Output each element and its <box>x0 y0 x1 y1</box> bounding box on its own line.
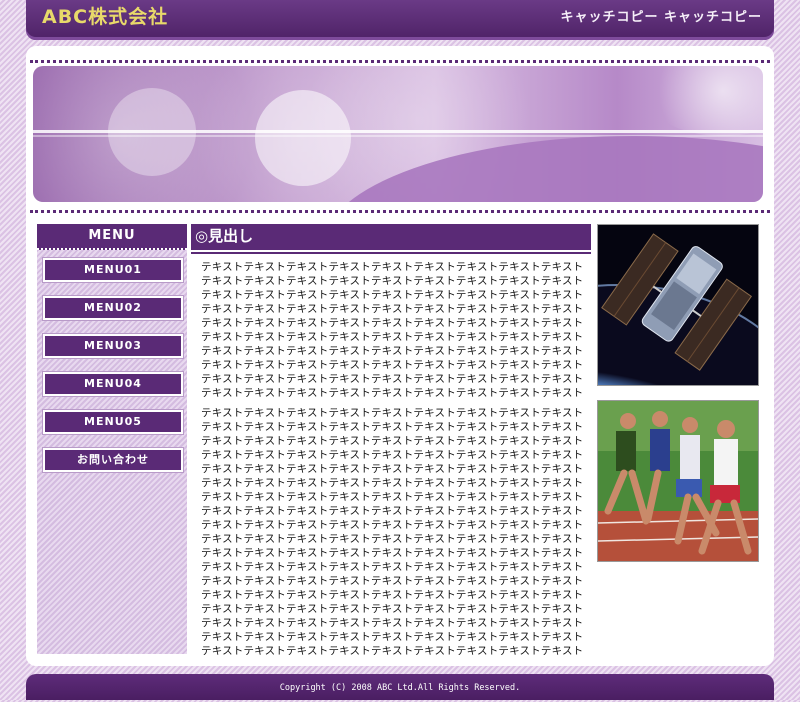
copyright-text: Copyright (C) 2008 ABC Ltd.All Rights Re… <box>279 683 521 693</box>
menu-item-menu04[interactable]: MENU04 <box>43 372 183 396</box>
satellite-image <box>598 225 758 385</box>
menu-item-menu05[interactable]: MENU05 <box>43 410 183 434</box>
sidebar: MENU MENU01 MENU02 MENU03 MENU04 MENU05 … <box>37 224 187 654</box>
section-heading: ◎見出し <box>191 224 591 250</box>
satellite-photo <box>597 224 759 386</box>
menu-item-contact[interactable]: お問い合わせ <box>43 448 183 472</box>
body-text-2: テキストテキストテキストテキストテキストテキストテキストテキストテキストテキスト… <box>201 407 584 657</box>
body-text-1: テキストテキストテキストテキストテキストテキストテキストテキストテキストテキスト… <box>201 261 584 399</box>
runners-photo <box>597 400 759 562</box>
divider-top <box>30 60 770 63</box>
main-content: ◎見出し テキストテキストテキストテキストテキストテキストテキストテキストテキス… <box>191 224 591 658</box>
menu-item-menu03[interactable]: MENU03 <box>43 334 183 358</box>
catch-copy: キャッチコピー キャッチコピー <box>560 10 762 25</box>
menu-title: MENU <box>37 224 187 250</box>
hero-banner <box>33 66 763 202</box>
menu-item-menu01[interactable]: MENU01 <box>43 258 183 282</box>
site-logo[interactable]: ABC株式会社 <box>42 2 168 29</box>
site-header: ABC株式会社 キャッチコピー キャッチコピー <box>26 0 774 40</box>
menu-item-menu02[interactable]: MENU02 <box>43 296 183 320</box>
runners-image <box>598 401 758 561</box>
content-panel: MENU MENU01 MENU02 MENU03 MENU04 MENU05 … <box>26 46 774 666</box>
divider-bottom <box>30 210 770 213</box>
site-footer: Copyright (C) 2008 ABC Ltd.All Rights Re… <box>26 674 774 700</box>
